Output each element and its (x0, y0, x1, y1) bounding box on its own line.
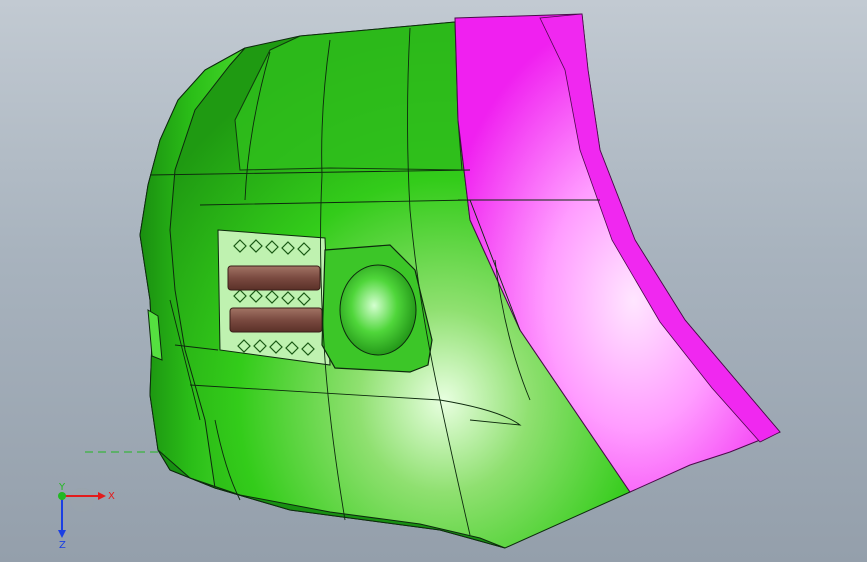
y-axis-label: Y (58, 482, 66, 493)
z-axis-label: Z (59, 540, 66, 550)
y-axis-dot (58, 492, 66, 500)
grille-bar-lower[interactable] (229, 307, 323, 333)
coordinate-triad: X Y Z (58, 482, 115, 550)
fog-lamp[interactable] (339, 264, 417, 356)
bumper-model[interactable] (0, 0, 867, 562)
grille-bar-upper[interactable] (227, 265, 321, 291)
x-axis-label: X (108, 491, 115, 502)
graphics-viewport[interactable]: X Y Z (0, 0, 867, 562)
